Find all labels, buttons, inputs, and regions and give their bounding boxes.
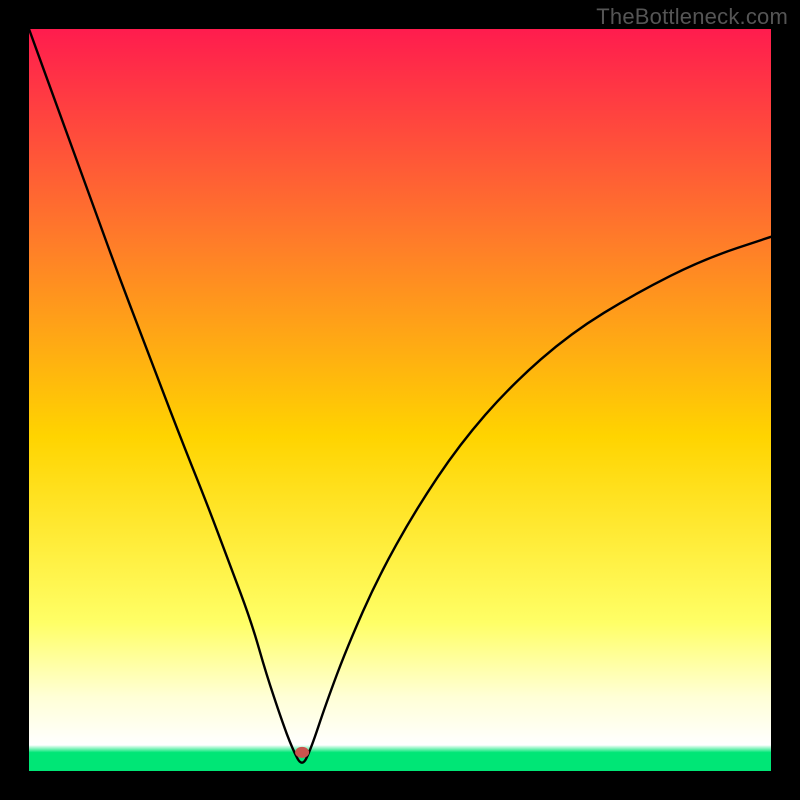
bottleneck-chart — [0, 0, 800, 800]
watermark-text: TheBottleneck.com — [596, 4, 788, 30]
plot-background — [29, 29, 771, 771]
optimum-marker — [295, 747, 309, 758]
chart-stage: TheBottleneck.com — [0, 0, 800, 800]
